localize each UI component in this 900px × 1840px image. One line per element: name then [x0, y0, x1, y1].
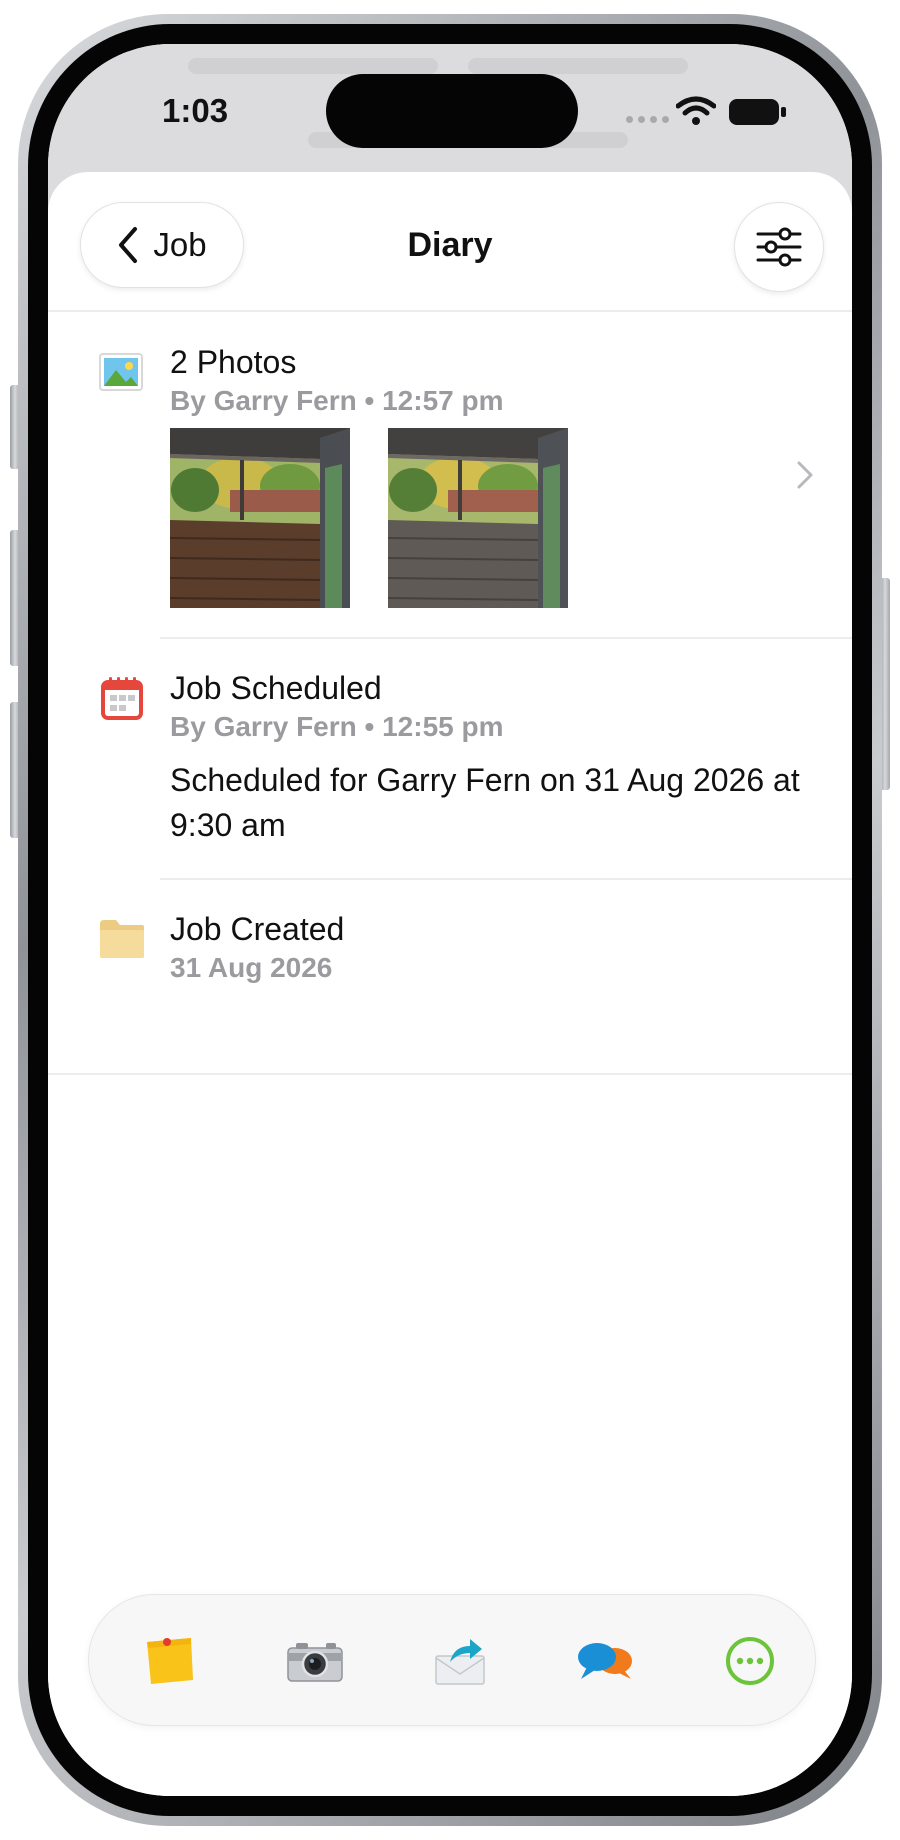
blurred-row: [468, 58, 688, 74]
sticky-note-icon: [147, 1638, 193, 1684]
blurred-row: [188, 58, 438, 74]
folder-icon: [100, 920, 144, 958]
signal-dots-icon: [626, 116, 669, 123]
filter-button[interactable]: [734, 202, 824, 292]
more-icon: [726, 1637, 774, 1685]
more-button[interactable]: [712, 1623, 788, 1699]
diary-item-title: Job Scheduled: [170, 670, 382, 706]
add-note-button[interactable]: [132, 1623, 208, 1699]
diary-item-subtitle: By Garry Fern • 12:55 pm: [170, 711, 504, 742]
send-email-button[interactable]: [422, 1623, 498, 1699]
photo-thumbnail[interactable]: [388, 428, 568, 608]
photo-icon: [99, 353, 143, 391]
wifi-icon: [676, 96, 716, 125]
list-end-divider: [48, 1073, 852, 1075]
battery-icon: [729, 99, 786, 125]
sliders-icon: [756, 227, 802, 267]
camera-icon: [287, 1643, 343, 1682]
chevron-right-icon: [797, 461, 813, 489]
messages-button[interactable]: [567, 1623, 643, 1699]
calendar-icon: [101, 677, 143, 720]
status-time: 1:03: [162, 92, 229, 129]
chat-bubbles-icon: [578, 1643, 632, 1679]
diary-item-subtitle: 31 Aug 2026: [170, 952, 333, 983]
item-divider: [160, 637, 852, 639]
diary-item-title: 2 Photos: [170, 344, 297, 380]
screen: [48, 44, 852, 1796]
dynamic-island: [326, 74, 578, 148]
diary-item-title: Job Created: [170, 911, 345, 947]
camera-button[interactable]: [277, 1623, 353, 1699]
diary-item-body: Scheduled for Garry Fern on 31 Aug 2026 …: [170, 762, 800, 843]
forward-mail-icon: [435, 1639, 485, 1685]
nav-divider: [48, 310, 852, 312]
photo-thumbnail[interactable]: [170, 428, 350, 608]
item-divider: [160, 878, 852, 880]
diary-item-subtitle: By Garry Fern • 12:57 pm: [170, 385, 504, 416]
action-toolbar: [88, 1594, 816, 1726]
